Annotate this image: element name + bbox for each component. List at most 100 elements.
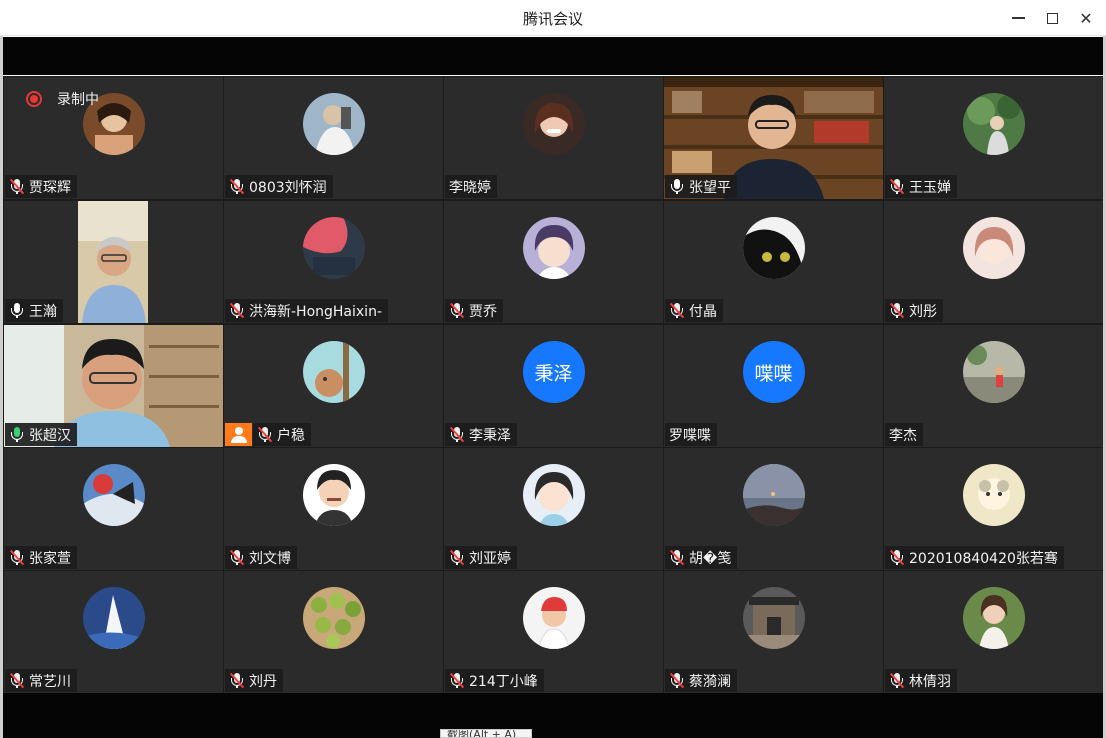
avatar <box>962 217 1025 279</box>
avatar <box>302 464 365 526</box>
participant-tile[interactable]: 秉泽 李秉泽 <box>444 325 663 447</box>
avatar <box>962 587 1025 649</box>
participant-video-tile[interactable]: 张望平 <box>664 77 883 199</box>
participant-tile[interactable]: 常艺川 <box>4 571 223 693</box>
participant-name: 常艺川 <box>29 673 71 690</box>
participant-name: 刘文博 <box>249 550 291 567</box>
participant-tile[interactable]: 李晓婷 <box>444 77 663 199</box>
meeting-top-bar <box>3 37 1103 75</box>
avatar <box>302 587 365 649</box>
record-icon <box>26 91 42 107</box>
mic-muted-icon <box>669 672 685 689</box>
participant-name: 张望平 <box>689 179 731 196</box>
mic-muted-icon <box>229 302 245 319</box>
participant-name-label: 刘丹 <box>225 669 283 692</box>
participant-name: 蔡漪澜 <box>689 673 731 690</box>
participant-name: 贾乔 <box>469 303 497 320</box>
avatar <box>522 217 585 279</box>
participant-name-label: 王玉婵 <box>885 175 957 198</box>
participant-tile[interactable]: 户稳 <box>224 325 443 447</box>
participant-name-label: 洪海新-HongHaixin- <box>225 299 388 322</box>
participant-video-tile[interactable]: 张超汉 <box>4 325 223 447</box>
text-avatar: 秉泽 <box>522 341 585 403</box>
maximize-button[interactable] <box>1037 4 1067 32</box>
participant-grid: 录制中 贾琛辉 0803刘怀润 李晓婷 张望平 王玉婵 王瀚 洪海新-HongH… <box>3 76 1103 693</box>
participant-tile[interactable]: 202010840420张若骞 <box>884 448 1103 570</box>
participant-tile[interactable]: 付晶 <box>664 201 883 323</box>
participant-name-label: 202010840420张若骞 <box>885 546 1064 569</box>
avatar <box>962 464 1025 526</box>
participant-name-label: 贾乔 <box>445 299 503 322</box>
participant-tile[interactable]: 喋喋 罗喋喋 <box>664 325 883 447</box>
participant-tile[interactable]: 刘亚婷 <box>444 448 663 570</box>
participant-name: 胡�笺 <box>689 550 732 567</box>
participant-tile[interactable]: 贾乔 <box>444 201 663 323</box>
participant-name-label: 214丁小峰 <box>445 669 544 692</box>
participant-name-label: 0803刘怀润 <box>225 175 333 198</box>
participant-name: 李晓婷 <box>449 179 491 196</box>
mic-on-icon <box>669 178 685 195</box>
participant-name: 罗喋喋 <box>669 427 711 444</box>
mic-muted-icon <box>257 426 273 443</box>
minimize-icon <box>1011 17 1025 19</box>
participant-name: 王瀚 <box>29 303 57 320</box>
avatar <box>302 93 365 155</box>
participant-tile[interactable]: 刘彤 <box>884 201 1103 323</box>
participant-name-label: 贾琛辉 <box>5 175 77 198</box>
participant-name-label: 王瀚 <box>5 299 63 322</box>
screenshot-tooltip: 截图(Alt + A) <box>440 729 532 738</box>
avatar <box>742 587 805 649</box>
participant-name: 张家萱 <box>29 550 71 567</box>
participant-name-label: 张家萱 <box>5 546 77 569</box>
minimize-button[interactable] <box>1003 4 1033 32</box>
participant-name-label: 罗喋喋 <box>665 423 717 446</box>
participant-name-label: 刘亚婷 <box>445 546 517 569</box>
avatar <box>962 93 1025 155</box>
participant-name: 李杰 <box>889 427 917 444</box>
mic-muted-icon <box>889 178 905 195</box>
participant-name-label: 胡�笺 <box>665 546 738 569</box>
meeting-toolbar <box>3 693 1103 738</box>
recording-label: 录制中 <box>57 92 99 108</box>
participant-tile[interactable]: 王玉婵 <box>884 77 1103 199</box>
participant-name: 刘丹 <box>249 673 277 690</box>
participant-tile[interactable]: 胡�笺 <box>664 448 883 570</box>
participant-tile[interactable]: 刘丹 <box>224 571 443 693</box>
participant-name-label: 常艺川 <box>5 669 77 692</box>
participant-name-label: 李晓婷 <box>445 175 497 198</box>
close-icon: ✕ <box>1079 8 1093 28</box>
avatar <box>742 464 805 526</box>
mic-muted-icon <box>449 302 465 319</box>
maximize-icon <box>1046 12 1058 24</box>
participant-tile[interactable]: 蔡漪澜 <box>664 571 883 693</box>
mic-muted-icon <box>449 672 465 689</box>
mic-muted-icon <box>449 549 465 566</box>
participant-tile[interactable]: 0803刘怀润 <box>224 77 443 199</box>
mic-muted-icon <box>9 549 25 566</box>
participant-name: 林倩羽 <box>909 673 951 690</box>
participant-tile[interactable]: 洪海新-HongHaixin- <box>224 201 443 323</box>
participant-tile[interactable]: 刘文博 <box>224 448 443 570</box>
participant-name-label: 张望平 <box>665 175 737 198</box>
mic-muted-icon <box>9 672 25 689</box>
close-button[interactable]: ✕ <box>1071 4 1101 32</box>
participant-tile[interactable]: 李杰 <box>884 325 1103 447</box>
mic-muted-icon <box>889 672 905 689</box>
participant-tile[interactable]: 214丁小峰 <box>444 571 663 693</box>
participant-name-label: 李杰 <box>885 423 923 446</box>
participant-video-tile[interactable]: 王瀚 <box>4 201 223 323</box>
mic-muted-icon <box>889 549 905 566</box>
participant-tile[interactable]: 张家萱 <box>4 448 223 570</box>
participant-tile[interactable]: 录制中 贾琛辉 <box>4 77 223 199</box>
avatar <box>82 587 145 649</box>
participant-name-label: 付晶 <box>665 299 723 322</box>
avatar <box>302 217 365 279</box>
participant-name-label: 张超汉 <box>5 423 77 446</box>
participant-name: 付晶 <box>689 303 717 320</box>
participant-name: 214丁小峰 <box>469 673 538 690</box>
participant-name: 王玉婵 <box>909 179 951 196</box>
participant-name: 张超汉 <box>29 427 71 444</box>
participant-tile[interactable]: 林倩羽 <box>884 571 1103 693</box>
mic-muted-icon <box>229 549 245 566</box>
host-badge <box>225 423 252 446</box>
